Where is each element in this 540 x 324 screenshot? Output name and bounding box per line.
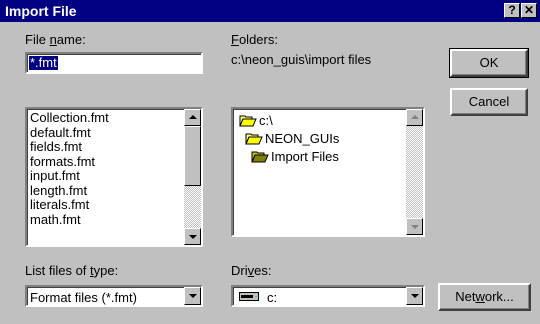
scroll-up-button[interactable] bbox=[184, 109, 201, 126]
file-type-value: Format files (*.fmt) bbox=[30, 290, 137, 305]
folder-tree[interactable]: c:\ NEON_GUIs Import Files bbox=[231, 107, 425, 237]
file-type-select[interactable]: Format files (*.fmt) bbox=[25, 285, 203, 307]
cancel-button[interactable]: Cancel bbox=[450, 88, 528, 116]
scroll-down-button[interactable] bbox=[406, 218, 423, 235]
drives-dropdown-button[interactable] bbox=[406, 287, 423, 305]
file-name-label: File name: bbox=[25, 32, 86, 47]
arrow-up-icon bbox=[189, 115, 197, 119]
drives-value: c: bbox=[267, 290, 278, 305]
folder-tree-items: c:\ NEON_GUIs Import Files bbox=[233, 109, 405, 235]
scroll-up-button[interactable] bbox=[406, 109, 423, 126]
file-list-items: Collection.fmt default.fmt fields.fmt forma… bbox=[27, 109, 183, 245]
close-icon: ✕ bbox=[523, 3, 535, 17]
drives-label: Drives: bbox=[231, 263, 272, 278]
file-name-value: *.fmt bbox=[29, 55, 58, 70]
arrow-up-icon bbox=[411, 115, 419, 119]
folder-tree-scrollbar[interactable] bbox=[406, 109, 423, 235]
help-icon: ? bbox=[508, 3, 516, 17]
scroll-down-button[interactable] bbox=[184, 228, 201, 245]
list-item[interactable]: default.fmt bbox=[30, 125, 180, 141]
chevron-down-icon bbox=[189, 294, 197, 298]
arrow-down-icon bbox=[189, 235, 197, 239]
scroll-thumb[interactable] bbox=[184, 126, 201, 186]
folders-label: Folders: bbox=[231, 32, 278, 47]
current-path: c:\neon_guis\import files bbox=[231, 52, 372, 67]
list-item[interactable]: literals.fmt bbox=[30, 198, 180, 213]
window-title: Import File bbox=[5, 3, 77, 19]
file-list-scrollbar[interactable] bbox=[184, 109, 201, 245]
open-folder-icon bbox=[245, 133, 263, 145]
hard-drive-icon bbox=[239, 292, 259, 301]
open-folder-selected-icon bbox=[251, 151, 269, 163]
open-folder-icon bbox=[239, 115, 257, 127]
list-item[interactable]: formats.fmt bbox=[30, 154, 180, 170]
chevron-down-icon bbox=[411, 294, 419, 298]
list-item[interactable]: math.fmt bbox=[30, 212, 180, 228]
file-type-dropdown-button[interactable] bbox=[184, 287, 201, 305]
ok-button[interactable]: OK bbox=[449, 48, 529, 78]
list-item[interactable]: fields.fmt bbox=[30, 140, 180, 155]
help-button[interactable]: ? bbox=[504, 3, 520, 18]
list-item[interactable]: Collection.fmt bbox=[30, 111, 180, 126]
network-button[interactable]: Network... bbox=[438, 283, 531, 311]
list-item[interactable]: input.fmt bbox=[30, 169, 180, 184]
list-item[interactable]: length.fmt bbox=[30, 183, 180, 199]
close-button[interactable]: ✕ bbox=[521, 3, 537, 18]
drives-select[interactable]: c: bbox=[231, 285, 425, 307]
title-bar: Import File ? ✕ bbox=[0, 0, 540, 22]
file-list[interactable]: Collection.fmt default.fmt fields.fmt forma… bbox=[25, 107, 203, 247]
file-name-input[interactable]: *.fmt bbox=[25, 52, 203, 74]
arrow-down-icon bbox=[411, 225, 419, 229]
file-type-label: List files of type: bbox=[25, 263, 119, 278]
